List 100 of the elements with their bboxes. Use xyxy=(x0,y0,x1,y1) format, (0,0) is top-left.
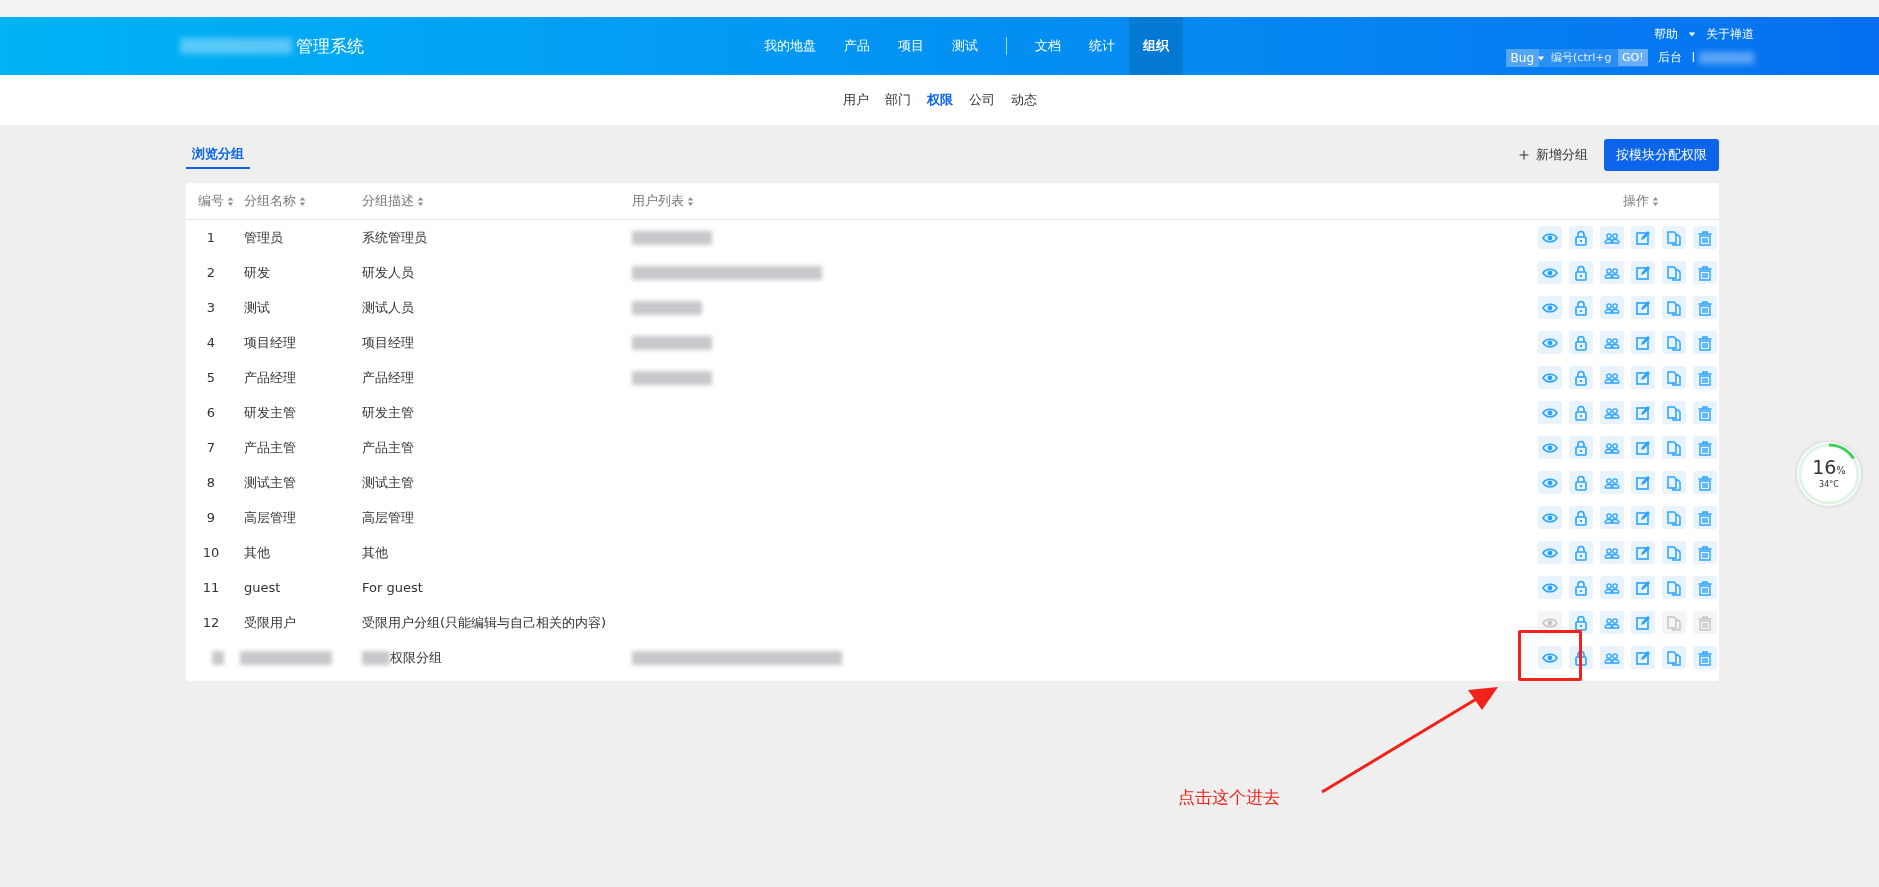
edit-button[interactable] xyxy=(1631,296,1655,319)
subnav-tab[interactable]: 动态 xyxy=(1002,91,1045,109)
column-header[interactable]: 分组名称 xyxy=(244,192,296,210)
copy-button[interactable] xyxy=(1662,296,1686,319)
copy-button[interactable] xyxy=(1662,331,1686,354)
nav-link[interactable]: 统计 xyxy=(1075,17,1129,75)
people-button[interactable] xyxy=(1600,506,1624,529)
eye-button[interactable] xyxy=(1538,366,1562,389)
nav-link[interactable]: 组织 xyxy=(1129,17,1183,75)
copy-button[interactable] xyxy=(1662,226,1686,249)
eye-button[interactable] xyxy=(1538,261,1562,284)
lock-button[interactable] xyxy=(1569,576,1593,599)
lock-button[interactable] xyxy=(1569,471,1593,494)
people-button[interactable] xyxy=(1600,261,1624,284)
lock-button[interactable] xyxy=(1569,261,1593,284)
lock-button[interactable] xyxy=(1569,506,1593,529)
trash-button[interactable] xyxy=(1693,366,1717,389)
edit-button[interactable] xyxy=(1631,541,1655,564)
column-header[interactable]: 编号 xyxy=(198,192,224,210)
trash-button[interactable] xyxy=(1693,296,1717,319)
copy-button[interactable] xyxy=(1662,436,1686,459)
people-button[interactable] xyxy=(1600,471,1624,494)
edit-button[interactable] xyxy=(1631,646,1655,669)
column-header[interactable]: 用户列表 xyxy=(632,192,684,210)
trash-button[interactable] xyxy=(1693,401,1717,424)
trash-button[interactable] xyxy=(1693,506,1717,529)
trash-button[interactable] xyxy=(1693,226,1717,249)
about-link[interactable]: 关于禅道 xyxy=(1706,25,1754,43)
edit-button[interactable] xyxy=(1631,401,1655,424)
assign-permissions-button[interactable]: 按模块分配权限 xyxy=(1604,139,1719,171)
edit-button[interactable] xyxy=(1631,576,1655,599)
edit-button[interactable] xyxy=(1631,611,1655,634)
people-button[interactable] xyxy=(1600,366,1624,389)
page-tab[interactable]: 浏览分组 xyxy=(186,141,250,169)
trash-button[interactable] xyxy=(1693,576,1717,599)
lock-button[interactable] xyxy=(1569,296,1593,319)
trash-button[interactable] xyxy=(1693,646,1717,669)
search-type-select[interactable]: Bug xyxy=(1505,48,1540,67)
search-field[interactable]: 编号(ctrl+g xyxy=(1548,49,1619,66)
trash-button[interactable] xyxy=(1693,436,1717,459)
trash-button[interactable] xyxy=(1693,471,1717,494)
user-name[interactable]: l xyxy=(1691,50,1695,65)
eye-button[interactable] xyxy=(1538,401,1562,424)
eye-button[interactable] xyxy=(1538,506,1562,529)
people-button[interactable] xyxy=(1600,576,1624,599)
admin-link[interactable]: 后台 xyxy=(1657,49,1682,66)
nav-link[interactable]: 我的地盘 xyxy=(750,17,830,75)
people-button[interactable] xyxy=(1600,611,1624,634)
trash-button[interactable] xyxy=(1693,541,1717,564)
people-button[interactable] xyxy=(1600,401,1624,424)
eye-button[interactable] xyxy=(1538,646,1562,669)
people-button[interactable] xyxy=(1600,541,1624,564)
eye-button[interactable] xyxy=(1538,331,1562,354)
column-header[interactable]: 操作 xyxy=(1623,192,1649,210)
people-button[interactable] xyxy=(1600,646,1624,669)
nav-link[interactable]: 项目 xyxy=(884,17,938,75)
edit-button[interactable] xyxy=(1631,331,1655,354)
copy-button[interactable] xyxy=(1662,366,1686,389)
lock-button[interactable] xyxy=(1569,366,1593,389)
copy-button[interactable] xyxy=(1662,471,1686,494)
lock-button[interactable] xyxy=(1569,541,1593,564)
nav-link[interactable]: 测试 xyxy=(938,17,992,75)
edit-button[interactable] xyxy=(1631,506,1655,529)
trash-button[interactable] xyxy=(1693,331,1717,354)
eye-button[interactable] xyxy=(1538,296,1562,319)
edit-button[interactable] xyxy=(1631,226,1655,249)
lock-button[interactable] xyxy=(1569,436,1593,459)
copy-button[interactable] xyxy=(1662,576,1686,599)
copy-button[interactable] xyxy=(1662,506,1686,529)
subnav-tab[interactable]: 部门 xyxy=(876,91,919,109)
column-header[interactable]: 分组描述 xyxy=(362,192,414,210)
copy-button[interactable] xyxy=(1662,401,1686,424)
edit-button[interactable] xyxy=(1631,261,1655,284)
lock-button[interactable] xyxy=(1569,226,1593,249)
nav-link[interactable]: 产品 xyxy=(830,17,884,75)
copy-button[interactable] xyxy=(1662,646,1686,669)
subnav-tab[interactable]: 用户 xyxy=(834,91,877,109)
subnav-tab[interactable]: 公司 xyxy=(960,91,1003,109)
eye-button[interactable] xyxy=(1538,436,1562,459)
edit-button[interactable] xyxy=(1631,471,1655,494)
help-menu[interactable]: 帮助 xyxy=(1654,25,1678,43)
edit-button[interactable] xyxy=(1631,366,1655,389)
people-button[interactable] xyxy=(1600,226,1624,249)
copy-button[interactable] xyxy=(1662,261,1686,284)
people-button[interactable] xyxy=(1600,331,1624,354)
eye-button[interactable] xyxy=(1538,541,1562,564)
add-group-link[interactable]: 新增分组 xyxy=(1518,146,1588,164)
edit-button[interactable] xyxy=(1631,436,1655,459)
copy-button[interactable] xyxy=(1662,541,1686,564)
subnav-tab[interactable]: 权限 xyxy=(918,91,961,109)
eye-button[interactable] xyxy=(1538,226,1562,249)
eye-button[interactable] xyxy=(1538,576,1562,599)
nav-link[interactable]: 文档 xyxy=(1021,17,1075,75)
eye-button[interactable] xyxy=(1538,471,1562,494)
trash-button[interactable] xyxy=(1693,261,1717,284)
lock-button[interactable] xyxy=(1569,401,1593,424)
lock-button[interactable] xyxy=(1569,611,1593,634)
people-button[interactable] xyxy=(1600,436,1624,459)
people-button[interactable] xyxy=(1600,296,1624,319)
lock-button[interactable] xyxy=(1569,331,1593,354)
